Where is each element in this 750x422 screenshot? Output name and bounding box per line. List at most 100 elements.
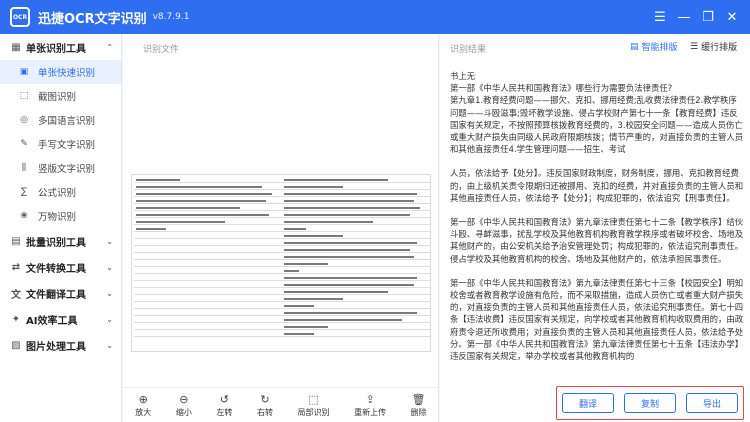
result-actions: 翻译 复制 导出 [556, 386, 744, 420]
result-label: 识别结果 [450, 45, 487, 55]
preview-text-line [282, 198, 430, 204]
layout-icon: ▤ [630, 41, 639, 52]
preview-text-line [282, 233, 430, 239]
app-version: v8.7.9.1 [152, 12, 190, 22]
sidebar-group-batch[interactable]: ▤ 批量识别工具 ⌄ [0, 228, 121, 254]
restore-icon[interactable]: ❐ [696, 10, 720, 25]
sidebar: ▦ 单张识别工具 ⌃ ▣ 单张快速识别 ⬚ 截图识别 ◎ 多国语言识别 ✎ 手写… [0, 34, 122, 422]
preview-text-line [282, 177, 430, 183]
preview-text-line [282, 303, 430, 309]
partial-recognize-button[interactable]: ⬚ 局部识别 [298, 393, 330, 418]
preview-text-line [282, 282, 430, 288]
crop-icon: ⬚ [308, 392, 319, 406]
sidebar-group-picture[interactable]: ▨ 图片处理工具 ⌄ [0, 332, 121, 358]
translate-icon: 文 [11, 289, 21, 301]
preview-text-line [282, 212, 430, 218]
preview-text-line [134, 261, 282, 267]
rotate-right-button[interactable]: ↻ 右转 [257, 393, 273, 418]
sidebar-item-screenshot[interactable]: ⬚ 截图识别 [0, 84, 121, 108]
chevron-down-icon: ⌄ [106, 314, 113, 324]
preview-text-line [134, 240, 282, 246]
result-text-area[interactable]: 书上无 第一部《中华人民共和国教育法》哪些行为需要负法律责任? 第九章1.教育经… [450, 70, 745, 378]
document-preview[interactable] [131, 174, 431, 352]
preview-text-line [282, 324, 430, 330]
preview-text-line [282, 296, 430, 302]
preview-text-line [134, 247, 282, 253]
title-bar: OCR 迅捷OCR文字识别 v8.7.9.1 ☰ — ❐ ✕ [0, 0, 750, 34]
result-paragraph: 书上无 第一部《中华人民共和国教育法》哪些行为需要负法律责任? 第九章1.教育经… [450, 71, 744, 155]
preview-text-line [134, 296, 282, 302]
rotate-right-icon: ↻ [260, 392, 270, 406]
close-icon[interactable]: ✕ [720, 10, 744, 25]
sidebar-item-label: 截图识别 [38, 92, 77, 103]
batch-icon: ▤ [11, 235, 21, 247]
chevron-down-icon: ⌄ [106, 340, 113, 350]
preview-toolbar: ⊕ 放大 ⊖ 缩小 ↺ 左转 ↻ 右转 ⬚ 局部识别 ⇪ 重新上传 🗑 删除 [123, 387, 439, 422]
preview-text-line [282, 268, 430, 274]
picture-icon: ▨ [11, 339, 21, 351]
source-file-label: 识别文件 [143, 45, 180, 55]
preview-text-line [134, 303, 282, 309]
export-button[interactable]: 导出 [686, 393, 738, 413]
globe-icon: ◎ [20, 115, 28, 125]
smart-layout-button[interactable]: ▤ 智能排版 [630, 40, 678, 54]
preview-text-line [134, 219, 282, 225]
sidebar-item-object[interactable]: ❀ 万物识别 [0, 204, 121, 228]
sidebar-group-translate[interactable]: 文 文件翻译工具 ⌄ [0, 280, 121, 306]
minimize-icon[interactable]: — [672, 10, 696, 25]
sidebar-group-label: 文件翻译工具 [26, 289, 86, 301]
preview-column-right [282, 177, 430, 338]
preview-text-line [282, 205, 430, 211]
preview-text-line [134, 233, 282, 239]
ai-icon: ✦ [11, 313, 21, 325]
trash-icon: 🗑 [411, 392, 426, 406]
preview-text-line [282, 226, 430, 232]
chevron-down-icon: ⌄ [106, 262, 113, 272]
result-paragraph: 第一部《中华人民共和国教育法》第九章法律责任第七十二条【教学秩序】结伙斗殴、寻衅… [450, 217, 744, 264]
sidebar-group-ai[interactable]: ✦ AI效率工具 ⌄ [0, 306, 121, 332]
screenshot-icon: ⬚ [19, 91, 29, 101]
sidebar-item-single-quick[interactable]: ▣ 单张快速识别 [0, 60, 121, 84]
preview-text-line [134, 282, 282, 288]
reupload-button[interactable]: ⇪ 重新上传 [354, 393, 386, 418]
sidebar-item-vertical-text[interactable]: ⫼ 竖版文字识别 [0, 156, 121, 180]
chevron-up-icon: ⌃ [106, 42, 113, 52]
sidebar-item-label: 手写文字识别 [38, 140, 96, 151]
sidebar-item-formula[interactable]: ∑ 公式识别 [0, 180, 121, 204]
sidebar-group-convert[interactable]: ⇄ 文件转换工具 ⌄ [0, 254, 121, 280]
preview-text-line [282, 240, 430, 246]
preview-text-line [134, 177, 282, 183]
sidebar-item-label: 多国语言识别 [38, 116, 96, 127]
window-controls: ☰ — ❐ ✕ [648, 0, 744, 34]
preview-text-line [134, 205, 282, 211]
zoom-out-button[interactable]: ⊖ 缩小 [176, 393, 192, 418]
sidebar-group-label: 批量识别工具 [26, 237, 86, 249]
sidebar-item-label: 公式识别 [38, 188, 77, 199]
preview-text-line [134, 331, 282, 337]
preview-text-line [134, 198, 282, 204]
preview-text-line [282, 219, 430, 225]
preview-text-line [134, 317, 282, 323]
delete-button[interactable]: 🗑 删除 [411, 393, 427, 418]
rotate-left-button[interactable]: ↺ 左转 [216, 393, 232, 418]
grid-icon: ▦ [11, 41, 21, 53]
zoom-in-button[interactable]: ⊕ 放大 [135, 393, 151, 418]
preview-text-line [282, 247, 430, 253]
copy-button[interactable]: 复制 [624, 393, 676, 413]
preview-text-line [134, 268, 282, 274]
preview-column-left [134, 177, 282, 338]
sidebar-group-single[interactable]: ▦ 单张识别工具 ⌃ [0, 34, 121, 60]
upload-icon: ⇪ [365, 392, 375, 406]
sidebar-group-label: 图片处理工具 [26, 341, 86, 353]
formula-icon: ∑ [20, 187, 28, 197]
preview-text-line [282, 289, 430, 295]
preview-text-line [282, 310, 430, 316]
sidebar-item-handwriting[interactable]: ✎ 手写文字识别 [0, 132, 121, 156]
source-file-pane: 识别文件 ⊕ 放大 ⊖ 缩小 ↺ 左转 ↻ 右转 ⬚ 局部识别 ⇪ 重新上传 🗑… [123, 34, 439, 422]
menu-icon[interactable]: ☰ [648, 10, 672, 25]
sidebar-group-label: 单张识别工具 [26, 43, 86, 55]
reflow-layout-button[interactable]: ☰ 缓行排版 [690, 40, 737, 54]
translate-button[interactable]: 翻译 [562, 393, 614, 413]
sidebar-item-multilang[interactable]: ◎ 多国语言识别 [0, 108, 121, 132]
preview-text-line [134, 191, 282, 197]
